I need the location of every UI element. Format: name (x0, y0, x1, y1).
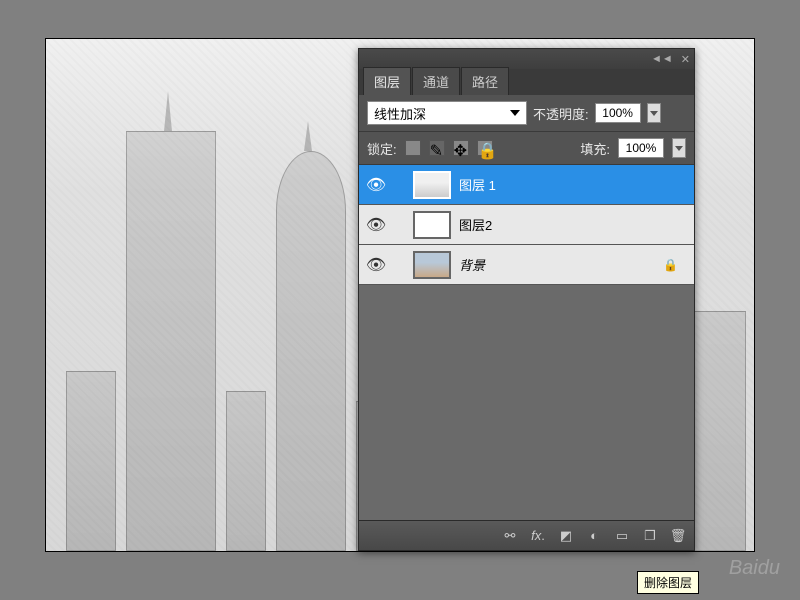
lock-transparency-icon[interactable] (405, 140, 421, 156)
link-layers-icon[interactable]: ⚯ (502, 528, 518, 544)
blend-mode-dropdown[interactable]: 线性加深 (367, 101, 527, 125)
dropdown-caret-icon (510, 110, 520, 116)
layer-mask-icon[interactable]: ◩ (558, 528, 574, 544)
lock-icon: 🔒 (663, 258, 678, 272)
fill-stepper[interactable] (672, 138, 686, 158)
layer-name[interactable]: 图层2 (459, 215, 492, 234)
visibility-eye-icon[interactable]: 👁 (367, 216, 385, 234)
panel-tabs: 图层 通道 路径 (359, 69, 694, 95)
blend-opacity-row: 线性加深 不透明度: 100% (359, 95, 694, 132)
blend-mode-value: 线性加深 (374, 104, 426, 123)
layer-row[interactable]: 👁 图层2 (359, 205, 694, 245)
opacity-label: 不透明度: (533, 104, 589, 123)
panel-titlebar: ◄◄ ✕ (359, 49, 694, 69)
tab-channels[interactable]: 通道 (412, 67, 460, 95)
layer-name[interactable]: 背景 (459, 255, 485, 274)
collapse-icon[interactable]: ◄◄ (651, 53, 673, 65)
layer-effects-icon[interactable]: fx. (530, 528, 546, 544)
fill-label: 填充: (580, 139, 610, 158)
layer-name[interactable]: 图层 1 (459, 175, 496, 194)
layer-thumbnail[interactable] (413, 171, 451, 199)
tab-layers[interactable]: 图层 (363, 67, 411, 95)
visibility-eye-icon[interactable]: 👁 (367, 176, 385, 194)
lock-label: 锁定: (367, 139, 397, 158)
delete-layer-icon[interactable]: 🗑 (670, 528, 686, 544)
layers-list: 👁 图层 1 👁 图层2 👁 背景 🔒 (359, 165, 694, 520)
layer-group-icon[interactable]: ▭ (614, 528, 630, 544)
panel-footer: ⚯ fx. ◩ ◐ ▭ ❐ 🗑 (359, 520, 694, 550)
lock-all-icon[interactable]: 🔒 (477, 140, 493, 156)
close-icon[interactable]: ✕ (681, 53, 690, 66)
layer-row[interactable]: 👁 背景 🔒 (359, 245, 694, 285)
watermark: Baidu (729, 557, 780, 580)
layers-panel: ◄◄ ✕ 图层 通道 路径 线性加深 不透明度: 100% 锁定: ✎ ✥ 🔒 … (358, 48, 695, 551)
layer-thumbnail[interactable] (413, 211, 451, 239)
opacity-stepper[interactable] (647, 103, 661, 123)
fill-input[interactable]: 100% (618, 138, 664, 158)
opacity-input[interactable]: 100% (595, 103, 641, 123)
lock-fill-row: 锁定: ✎ ✥ 🔒 填充: 100% (359, 132, 694, 165)
lock-pixels-icon[interactable]: ✎ (429, 140, 445, 156)
lock-position-icon[interactable]: ✥ (453, 140, 469, 156)
layer-thumbnail[interactable] (413, 251, 451, 279)
tab-paths[interactable]: 路径 (461, 67, 509, 95)
tooltip: 删除图层 (637, 571, 699, 594)
new-layer-icon[interactable]: ❐ (642, 528, 658, 544)
adjustment-layer-icon[interactable]: ◐ (586, 528, 602, 544)
visibility-eye-icon[interactable]: 👁 (367, 256, 385, 274)
layer-row[interactable]: 👁 图层 1 (359, 165, 694, 205)
